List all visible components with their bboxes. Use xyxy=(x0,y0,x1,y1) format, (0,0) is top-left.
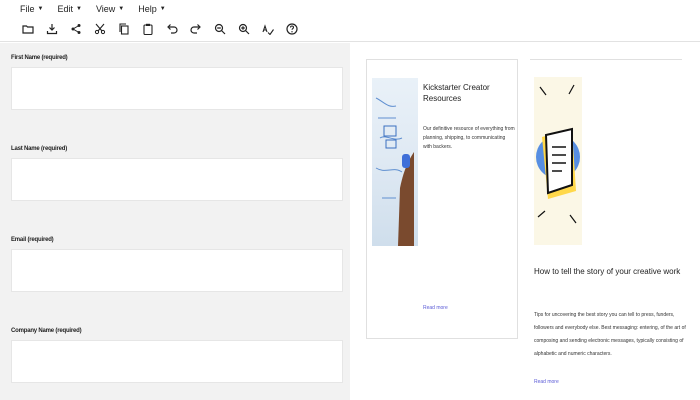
card-title: Kickstarter Creator Resources xyxy=(423,83,490,103)
article-body: Tips for uncovering the best story you c… xyxy=(534,312,686,357)
article: How to tell the story of your creative w… xyxy=(530,59,686,400)
article-title: How to tell the story of your creative w… xyxy=(534,267,681,276)
undo-icon[interactable] xyxy=(162,20,181,39)
company-name-field[interactable] xyxy=(11,340,343,383)
caret-down-icon: ▼ xyxy=(118,5,125,12)
menu-help-label: Help xyxy=(138,3,157,14)
card-read-more-link[interactable]: Read more xyxy=(423,305,448,311)
story-illustration xyxy=(534,77,582,245)
menu-help[interactable]: Help ▼ xyxy=(138,4,165,14)
divider xyxy=(530,59,682,60)
spell-check-icon[interactable] xyxy=(258,20,277,39)
open-folder-icon[interactable] xyxy=(18,20,37,39)
email-label: Email (required) xyxy=(11,237,54,243)
menu-file-label: File xyxy=(20,3,35,14)
card-description: Our definitive resource of everything fr… xyxy=(423,126,515,150)
menu-view[interactable]: View ▼ xyxy=(96,4,124,14)
last-name-field[interactable] xyxy=(11,158,343,201)
toolbar xyxy=(0,17,700,42)
first-name-field[interactable] xyxy=(11,67,343,110)
last-name-label: Last Name (required) xyxy=(11,146,68,152)
caret-down-icon: ▼ xyxy=(75,5,82,12)
redo-icon[interactable] xyxy=(186,20,205,39)
zoom-in-icon[interactable] xyxy=(234,20,253,39)
email-field[interactable] xyxy=(11,249,343,292)
caret-down-icon: ▼ xyxy=(37,5,44,12)
paste-icon[interactable] xyxy=(138,20,157,39)
menu-edit-label: Edit xyxy=(57,3,73,14)
caret-down-icon: ▼ xyxy=(159,5,166,12)
cut-icon[interactable] xyxy=(90,20,109,39)
article-read-more-link[interactable]: Read more xyxy=(534,379,559,385)
first-name-label: First Name (required) xyxy=(11,55,68,61)
form-panel: First Name (required) Last Name (require… xyxy=(0,43,350,400)
right-panel: Kickstarter Creator Resources Our defini… xyxy=(350,43,700,400)
whiteboard-photo xyxy=(372,78,418,246)
help-icon[interactable] xyxy=(282,20,301,39)
download-icon[interactable] xyxy=(42,20,61,39)
resource-card: Kickstarter Creator Resources Our defini… xyxy=(366,59,518,339)
menu-view-label: View xyxy=(95,3,116,14)
share-icon[interactable] xyxy=(66,20,85,39)
menu-bar: File ▼ Edit ▼ View ▼ Help ▼ xyxy=(0,0,700,17)
copy-icon[interactable] xyxy=(114,20,133,39)
zoom-out-icon[interactable] xyxy=(210,20,229,39)
menu-edit[interactable]: Edit ▼ xyxy=(57,4,81,14)
company-name-label: Company Name (required) xyxy=(11,328,82,334)
menu-file[interactable]: File ▼ xyxy=(20,4,43,14)
